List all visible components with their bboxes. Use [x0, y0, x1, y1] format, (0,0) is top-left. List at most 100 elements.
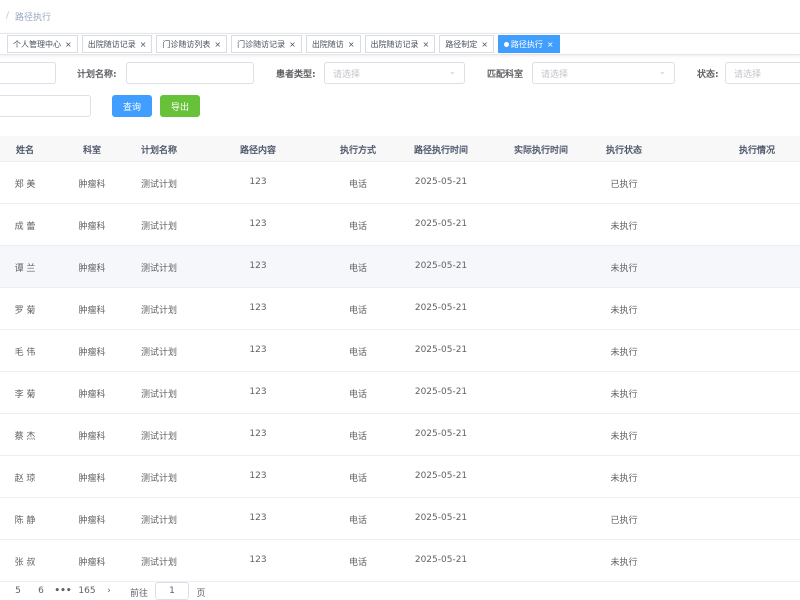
- col-plan-time: 路径执行时间: [413, 146, 469, 156]
- breadcrumb: / 路径执行: [0, 0, 800, 32]
- page-number[interactable]: 165: [78, 586, 95, 596]
- patient-type-placeholder: 请选择: [333, 69, 361, 80]
- tag-discharge-followup[interactable]: 出院随访 ×: [305, 35, 361, 53]
- tag-outpatient-list[interactable]: 门诊随访列表 ×: [156, 35, 228, 53]
- table-row[interactable]: 毛 伟 肿瘤科 测试计划 123 电话 2025-05-21 未执行: [0, 330, 800, 372]
- tag-label: 出院随访记录: [87, 39, 136, 49]
- cell-method: 电话: [348, 180, 368, 190]
- cell-plan: 测试计划: [140, 264, 178, 274]
- table-body: 郑 美肿瘤科 测试计划 123 电话 2025-05-21 已执行成 蕾肿瘤科 测试计划 12…: [0, 162, 800, 582]
- close-icon[interactable]: ×: [348, 40, 355, 49]
- cell-dept: 肿瘤科: [78, 516, 106, 526]
- tag-personal-center[interactable]: 个人管理中心 ×: [7, 35, 78, 53]
- goto-page-input[interactable]: 1: [155, 582, 189, 600]
- table-header: 姓名 科室 计划名称 路径内容 执行方式 路径执行时间 实际执行时间 执行状态 …: [0, 136, 800, 162]
- cell-content: 123: [249, 345, 267, 355]
- tag-label: 路径执行: [510, 39, 543, 49]
- cell-plan-time: 2025-05-21: [414, 177, 468, 187]
- cell-plan: 测试计划: [140, 180, 178, 190]
- table-row[interactable]: 郑 美 肿瘤科 测试计划 123 电话 2025-05-21 已执行: [0, 162, 800, 204]
- cell-plan-time: 2025-05-21: [414, 345, 468, 355]
- close-icon[interactable]: ×: [423, 40, 430, 49]
- cell-content: 123: [249, 555, 267, 565]
- cell-content: 123: [249, 261, 267, 271]
- cell-dept: 肿瘤科: [78, 474, 106, 484]
- cell-method: 电话: [348, 432, 368, 442]
- tag-path-execute[interactable]: 路径执行 ×: [497, 35, 560, 53]
- close-icon[interactable]: ×: [140, 40, 147, 49]
- tag-label: 出院随访记录: [370, 39, 419, 49]
- next-page-icon[interactable]: ›: [107, 586, 111, 596]
- cell-plan-time: 2025-05-21: [414, 555, 468, 565]
- col-content: 路径内容: [239, 146, 277, 156]
- name-input[interactable]: [0, 62, 56, 84]
- cell-method: 电话: [348, 516, 368, 526]
- close-icon[interactable]: ×: [289, 40, 296, 49]
- table-row[interactable]: 谭 兰 肿瘤科 测试计划 123 电话 2025-05-21 未执行: [0, 246, 800, 288]
- table-row[interactable]: 蔡 杰 肿瘤科 测试计划 123 电话 2025-05-21 未执行: [0, 414, 800, 456]
- tag-discharge-record[interactable]: 出院随访记录 ×: [81, 35, 153, 53]
- cell-status: 未执行: [610, 264, 638, 274]
- goto-label: 前往: [129, 589, 149, 599]
- cell-name: 李 菊: [14, 390, 36, 400]
- pagination: 5 6 ••• 165 › 前往 1 页: [0, 582, 800, 600]
- tag-label: 门诊随访记录: [237, 39, 286, 49]
- search-button[interactable]: 查询: [112, 95, 152, 117]
- close-icon[interactable]: ×: [65, 40, 72, 49]
- cell-dept: 肿瘤科: [78, 348, 106, 358]
- cell-plan-time: 2025-05-21: [414, 471, 468, 481]
- status-select[interactable]: 请选择: [725, 62, 800, 84]
- cell-status: 未执行: [610, 474, 638, 484]
- col-name: 姓名: [15, 146, 35, 156]
- cell-method: 电话: [348, 390, 368, 400]
- cell-plan: 测试计划: [140, 516, 178, 526]
- table-row[interactable]: 罗 菊 肿瘤科 测试计划 123 电话 2025-05-21 未执行: [0, 288, 800, 330]
- cell-status: 未执行: [610, 306, 638, 316]
- dept-select[interactable]: 请选择 ⌄: [532, 62, 675, 84]
- tag-label: 路径制定: [445, 39, 478, 49]
- close-icon[interactable]: ×: [547, 40, 554, 49]
- close-icon[interactable]: ×: [481, 40, 488, 49]
- col-method: 执行方式: [339, 146, 377, 156]
- cell-content: 123: [249, 303, 267, 313]
- cell-dept: 肿瘤科: [78, 432, 106, 442]
- cell-plan-time: 2025-05-21: [414, 261, 468, 271]
- export-button[interactable]: 导出: [160, 95, 200, 117]
- cell-dept: 肿瘤科: [78, 222, 106, 232]
- page-number[interactable]: 5: [15, 586, 21, 596]
- cell-name: 赵 琼: [14, 474, 36, 484]
- close-icon[interactable]: ×: [214, 40, 221, 49]
- chevron-down-icon: ⌄: [448, 67, 456, 77]
- cell-name: 蔡 杰: [14, 432, 36, 442]
- tag-outpatient-record[interactable]: 门诊随访记录 ×: [231, 35, 302, 53]
- table-row[interactable]: 成 蕾 肿瘤科 测试计划 123 电话 2025-05-21 未执行: [0, 204, 800, 246]
- tag-discharge-record-2[interactable]: 出院随访记录 ×: [364, 35, 436, 53]
- patient-type-select[interactable]: 请选择 ⌄: [324, 62, 465, 84]
- cell-name: 谭 兰: [14, 264, 36, 274]
- page-unit-label: 页: [196, 589, 206, 599]
- table-row[interactable]: 李 菊 肿瘤科 测试计划 123 电话 2025-05-21 未执行: [0, 372, 800, 414]
- active-dot-icon: [503, 41, 509, 47]
- cell-dept: 肿瘤科: [78, 264, 106, 274]
- col-detail: 执行情况: [738, 146, 776, 156]
- cell-plan: 测试计划: [140, 432, 178, 442]
- tag-label: 门诊随访列表: [162, 39, 211, 49]
- plan-name-input[interactable]: [126, 62, 254, 84]
- cell-method: 电话: [348, 348, 368, 358]
- breadcrumb-separator: /: [6, 11, 10, 21]
- page-ellipsis[interactable]: •••: [54, 586, 71, 596]
- tag-path-plan[interactable]: 路径制定 ×: [439, 35, 494, 53]
- filter-form: 计划名称: 患者类型: 请选择 ⌄ 匹配科室 请选择 ⌄ 状态: 请选择: [0, 62, 800, 84]
- cell-status: 未执行: [610, 348, 638, 358]
- col-status: 执行状态: [605, 146, 643, 156]
- page-number[interactable]: 6: [38, 586, 44, 596]
- table-row[interactable]: 赵 琼 肿瘤科 测试计划 123 电话 2025-05-21 未执行: [0, 456, 800, 498]
- date-input[interactable]: [0, 95, 91, 117]
- cell-name: 罗 菊: [14, 306, 36, 316]
- table-row[interactable]: 张 叔 肿瘤科 测试计划 123 电话 2025-05-21 未执行: [0, 540, 800, 582]
- status-label: 状态:: [697, 70, 719, 80]
- table-row[interactable]: 陈 静 肿瘤科 测试计划 123 电话 2025-05-21 已执行: [0, 498, 800, 540]
- cell-plan: 测试计划: [140, 222, 178, 232]
- execution-table: 姓名 科室 计划名称 路径内容 执行方式 路径执行时间 实际执行时间 执行状态 …: [0, 136, 800, 582]
- cell-plan-time: 2025-05-21: [414, 387, 468, 397]
